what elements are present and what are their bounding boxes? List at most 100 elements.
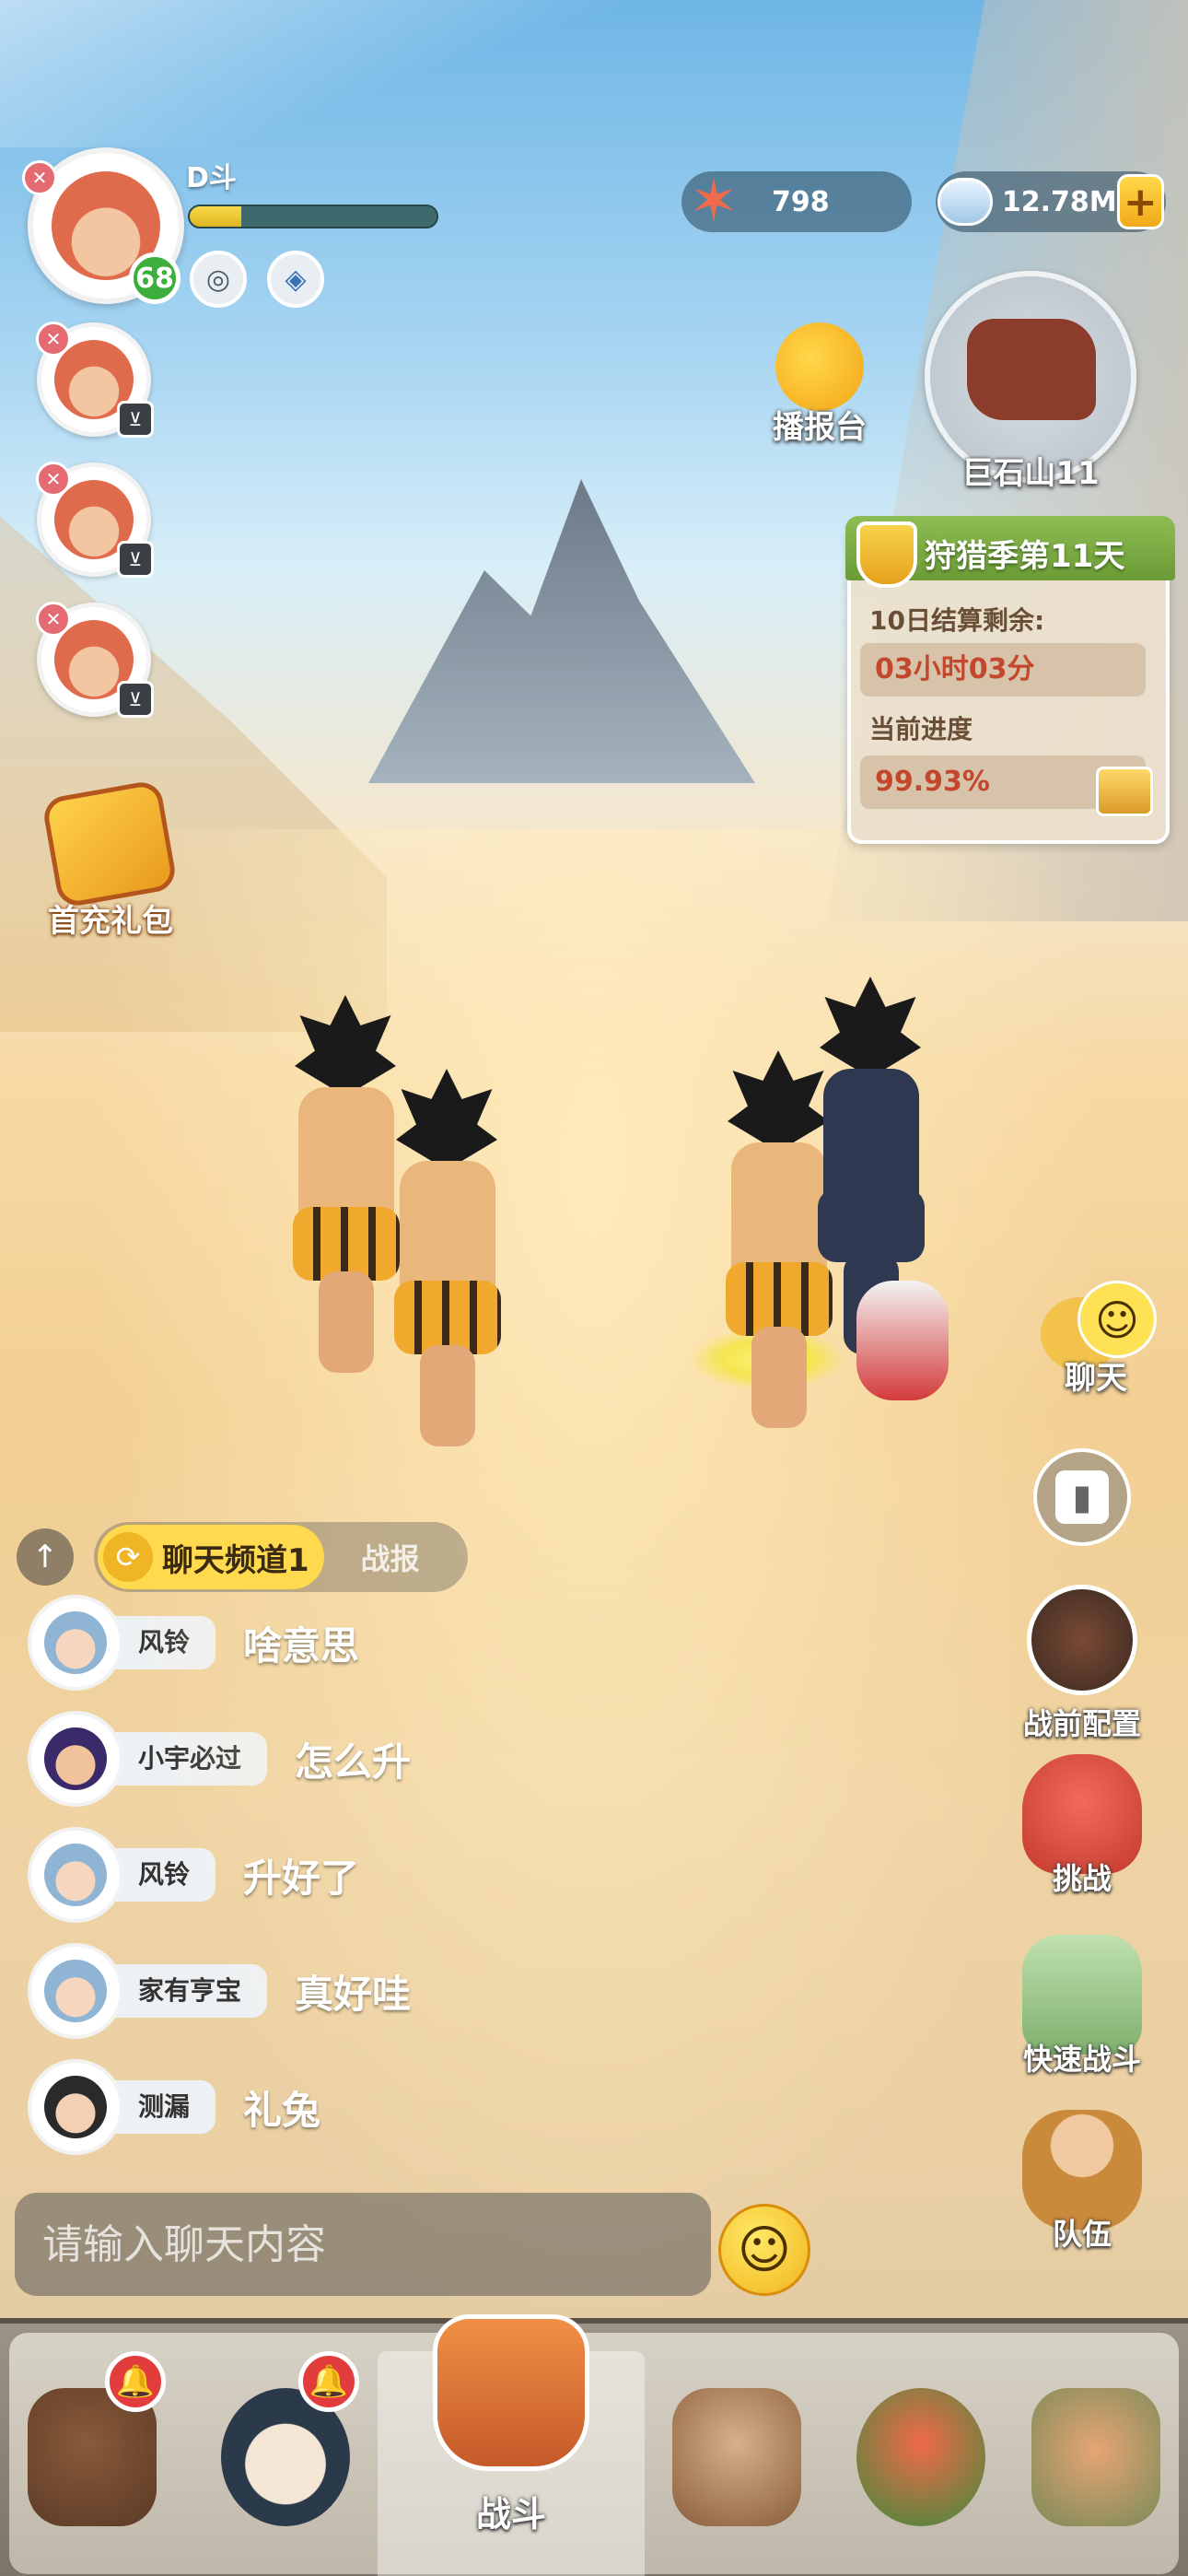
nav-elder[interactable] (654, 2370, 820, 2554)
dropdown-square-icon: ⊻ (117, 541, 154, 578)
chat-input[interactable] (15, 2193, 711, 2296)
gift-pack-icon (41, 779, 179, 909)
player-level-badge: 68 (129, 252, 181, 304)
map-icon (967, 319, 1096, 420)
notification-bell-icon: 🔔 (105, 2351, 166, 2412)
expand-chat-button[interactable]: ↑ (17, 1528, 74, 1586)
chat-input-box[interactable] (15, 2193, 711, 2296)
chat-header: ↑ ⟳ 聊天频道1 战报 (17, 1522, 468, 1592)
chat-avatar[interactable] (28, 1943, 123, 2039)
team-member-avatar[interactable]: ✕ ⊻ (36, 602, 154, 718)
profession-badge-icon: ✕ (22, 160, 57, 195)
challenge-button[interactable]: 挑战 (995, 1754, 1170, 1898)
pet-creature (856, 1281, 949, 1400)
chat-channel-label: 聊天频道1 (162, 1541, 309, 1579)
team-member-avatar[interactable]: ✕ ⊻ (36, 322, 154, 438)
mountain (368, 479, 755, 783)
notification-bell-icon: 🔔 (298, 2351, 359, 2412)
chat-message: 小宇必过 怎么升 (28, 1710, 411, 1808)
chat-channel-tabs: ⟳ 聊天频道1 战报 (94, 1522, 468, 1592)
map-label: 巨石山11 (961, 455, 1100, 492)
player-name: D斗 (186, 162, 237, 194)
elder-icon (672, 2388, 801, 2526)
broadcast-bird-icon (775, 322, 864, 411)
progress-label: 当前进度 (869, 714, 973, 744)
chat-message-text: 真好哇 (295, 1971, 412, 2017)
nav-tribe-chief[interactable] (1013, 2370, 1179, 2554)
chat-button[interactable]: ☺ 聊天 (1022, 1281, 1170, 1397)
bar-chart-icon: ▮ (1055, 1470, 1109, 1524)
add-currency-button[interactable]: + (1116, 174, 1164, 229)
chat-sender-name: 风铃 (111, 1848, 216, 1902)
quick-battle-button[interactable]: 快速战斗 (995, 1935, 1170, 2078)
chat-sender-name: 家有亨宝 (111, 1964, 268, 2018)
pre-battle-config-label: 战前配置 (1022, 1706, 1141, 1741)
dropdown-square-icon: ⊻ (117, 401, 154, 438)
quick-battle-label: 快速战斗 (1022, 2042, 1141, 2077)
chat-avatar[interactable] (28, 1827, 123, 1923)
stone-currency: 12.78M + (936, 171, 1166, 232)
chat-message-text: 礼兔 (243, 2087, 321, 2133)
pre-battle-config-button[interactable]: 战前配置 (995, 1585, 1170, 1743)
first-charge-pack-button[interactable]: 首充礼包 (37, 779, 184, 940)
team-button[interactable]: 队伍 (995, 2110, 1170, 2254)
hunting-season-panel[interactable]: 狩猎季第11天 10日结算剩余: 03小时03分 当前进度 99.93% (845, 516, 1175, 844)
pre-battle-config-icon (1027, 1585, 1137, 1695)
chat-message-text: 升好了 (243, 1855, 360, 1901)
profession-badge-icon: ✕ (36, 462, 71, 497)
chat-message: 风铃 啥意思 (28, 1594, 359, 1692)
stone-amount: 12.78M (1001, 185, 1117, 218)
chat-message: 测漏 礼兔 (28, 2058, 320, 2156)
broadcast-label: 播报台 (773, 409, 867, 446)
team-label: 队伍 (1052, 2217, 1112, 2252)
shield-emblem-icon[interactable]: ◈ (267, 251, 324, 308)
soccer-ball-icon[interactable]: ◎ (190, 251, 247, 308)
nav-tribe-home[interactable]: 🔔 (9, 2351, 175, 2554)
starfish-icon: ✶ (689, 168, 739, 236)
season-shield-icon (856, 521, 917, 588)
chat-label: 聊天 (1065, 1360, 1127, 1397)
emoji-button[interactable]: ☺ (718, 2204, 810, 2296)
character-center-left (368, 1069, 525, 1456)
chat-sender-name: 测漏 (111, 2080, 216, 2134)
settle-label: 10日结算剩余: (869, 605, 1045, 636)
team-member-avatar[interactable]: ✕ ⊻ (36, 462, 154, 578)
profession-badge-icon: ✕ (36, 602, 71, 637)
chat-sender-name: 风铃 (111, 1616, 216, 1669)
chat-message-text: 啥意思 (243, 1622, 360, 1669)
chat-message: 家有亨宝 真好哇 (28, 1942, 411, 2040)
map-button[interactable]: 巨石山11 (925, 271, 1136, 492)
chat-avatar[interactable] (28, 1595, 123, 1691)
xp-bar (188, 205, 438, 228)
first-charge-pack-label: 首充礼包 (48, 903, 173, 940)
game-scene: ✕ 68 D斗 ◎ ◈ ✕ ⊻ ✕ ⊻ ✕ ⊻ 首充礼包 ✶ 798 12.78M +… (0, 0, 1188, 2576)
chat-message-text: 怎么升 (295, 1739, 412, 1785)
chat-smile-icon: ☺ (1077, 1281, 1157, 1358)
chat-channel-tab[interactable]: ⟳ 聊天频道1 (98, 1525, 324, 1589)
dropdown-square-icon: ⊻ (117, 681, 154, 718)
tribe-chief-icon (1031, 2388, 1160, 2526)
totem-battle-icon (433, 2314, 589, 2471)
bottom-nav: 🔔 🔔 战斗 (0, 2314, 1188, 2576)
switch-channel-icon[interactable]: ⟳ (103, 1532, 153, 1582)
chat-avatar[interactable] (28, 1711, 123, 1807)
battle-report-tab[interactable]: 战报 (361, 1536, 420, 1578)
challenge-label: 挑战 (1052, 1861, 1112, 1896)
nav-battle[interactable]: 战斗 (378, 2314, 645, 2576)
starfish-amount: 798 (772, 185, 830, 218)
nav-pets[interactable] (838, 2370, 1004, 2554)
stone-icon (938, 178, 993, 226)
nav-battle-label: 战斗 (475, 2494, 546, 2535)
xp-bar-fill (190, 206, 242, 227)
ranking-button[interactable]: ▮ (1033, 1448, 1131, 1546)
treasure-chest-icon[interactable] (1096, 767, 1153, 816)
bottom-nav-panel: 🔔 🔔 战斗 (9, 2314, 1179, 2576)
starfish-currency: ✶ 798 (681, 168, 912, 236)
nav-character[interactable]: 🔔 (203, 2351, 368, 2554)
chat-avatar[interactable] (28, 2059, 123, 2155)
profession-badge-icon: ✕ (36, 322, 71, 357)
broadcast-button[interactable]: 播报台 (755, 322, 884, 451)
chat-sender-name: 小宇必过 (111, 1732, 268, 1786)
settle-countdown: 03小时03分 (860, 643, 1146, 697)
dino-icon (856, 2388, 985, 2526)
